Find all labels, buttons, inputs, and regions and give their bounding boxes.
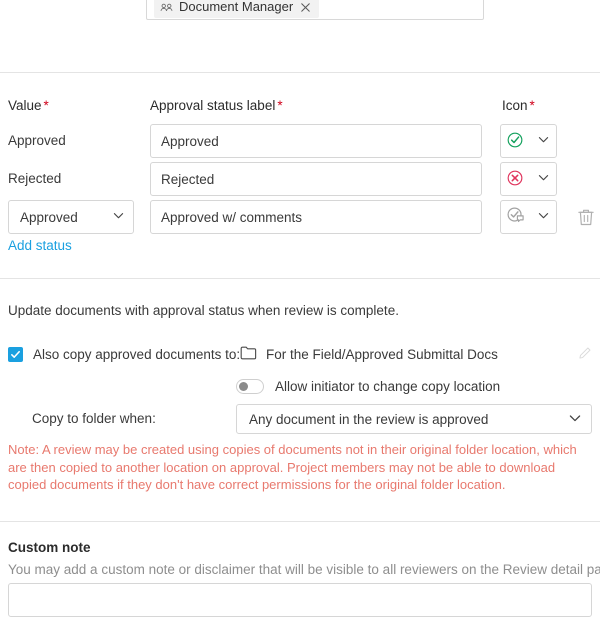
approval-status-label-input[interactable] [150,200,482,234]
column-header-label-text: Approval status label [150,98,275,113]
status-value-select-text: Approved [20,210,112,225]
chevron-down-icon [537,133,550,149]
copy-warning-note: Note: A review may be created using copi… [8,441,586,494]
toggle-knob [239,382,248,391]
allow-initiator-toggle[interactable] [236,379,264,394]
column-header-icon-text: Icon [502,98,528,113]
assignee-tag-field[interactable]: Document Manager [146,0,484,20]
column-header-value-text: Value [8,98,42,113]
approval-status-label-input[interactable] [150,124,482,158]
status-icon-select[interactable] [500,162,557,196]
status-icon-select[interactable] [500,124,557,158]
x-circle-red-icon [506,169,524,190]
chevron-down-icon [537,209,550,225]
table-row: Approved [0,124,600,162]
delete-status-row-button[interactable] [577,207,595,227]
also-copy-checkbox-label: Also copy approved documents to: [33,347,240,362]
pencil-edit-icon[interactable] [578,346,592,363]
copy-when-select[interactable]: Any document in the review is approved [236,404,592,434]
copy-settings-intro: Update documents with approval status wh… [8,303,399,318]
assignee-chip-label: Document Manager [179,0,293,18]
approval-status-label-input[interactable] [150,162,482,196]
add-status-link[interactable]: Add status [8,238,72,253]
table-row: Approved [0,200,600,238]
also-copy-checkbox[interactable] [8,347,23,362]
section-divider-top [0,72,600,73]
status-value-text: Rejected [8,162,61,196]
required-asterisk: * [530,98,535,113]
status-value-text: Approved [8,124,66,158]
table-row: Rejected [0,162,600,200]
status-value-select[interactable]: Approved [8,200,134,234]
required-asterisk: * [277,98,282,113]
check-circle-green-icon [506,131,524,152]
allow-initiator-toggle-row: Allow initiator to change copy location [236,376,500,396]
also-copy-checkbox-row: Also copy approved documents to: [8,344,240,364]
status-icon-select[interactable] [500,200,557,234]
custom-note-input[interactable] [8,583,592,617]
copy-destination-folder-path: For the Field/Approved Submittal Docs [266,347,498,362]
copy-when-row: Copy to folder when: Any document in the… [0,404,600,434]
assignee-tag-zone: Document Manager [0,0,600,20]
chevron-down-icon [112,209,125,225]
column-header-value: Value* [8,98,49,113]
copy-when-select-value: Any document in the review is approved [249,412,568,427]
required-asterisk: * [44,98,49,113]
chevron-down-icon [537,171,550,187]
chevron-down-icon [568,411,582,428]
custom-note-title: Custom note [8,540,91,555]
section-divider-bottom [0,521,600,522]
copy-destination-folder[interactable]: For the Field/Approved Submittal Docs [240,344,498,364]
folder-icon [240,345,257,363]
assignee-chip[interactable]: Document Manager [154,0,319,18]
section-divider-middle [0,278,600,279]
group-members-icon [160,1,173,14]
column-header-approval-status-label: Approval status label* [150,98,283,113]
custom-note-description: You may add a custom note or disclaimer … [8,562,600,577]
copy-when-label: Copy to folder when: [32,404,156,434]
check-circle-comment-gray-icon [506,206,525,228]
allow-initiator-toggle-label: Allow initiator to change copy location [275,379,500,394]
column-header-icon: Icon* [502,98,535,113]
close-icon[interactable] [299,1,312,14]
